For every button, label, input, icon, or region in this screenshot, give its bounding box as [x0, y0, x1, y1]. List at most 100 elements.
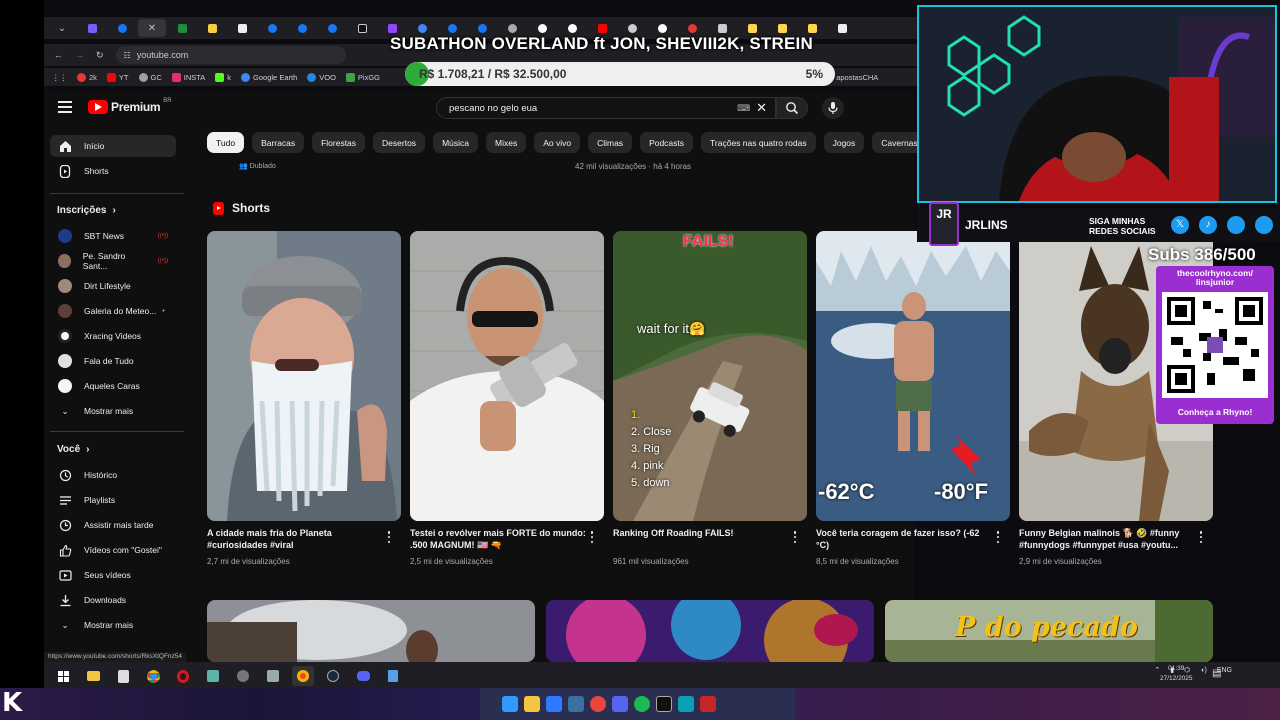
- browser-tab[interactable]: [228, 19, 256, 37]
- filter-chip[interactable]: Florestas: [312, 132, 366, 153]
- sidebar-show-more[interactable]: ⌄ Mostrar mais: [50, 400, 176, 422]
- short-title[interactable]: Funny Belgian malinois 🐕 🤣 #funny #funny…: [1019, 527, 1195, 551]
- more-options-icon[interactable]: [1197, 531, 1205, 543]
- short-title[interactable]: Testei o revólver mais FORTE do mundo: .…: [410, 527, 586, 551]
- bookmark[interactable]: VOO: [307, 72, 336, 82]
- bookmark[interactable]: k: [215, 72, 231, 82]
- filter-chip[interactable]: Desertos: [373, 132, 426, 153]
- sidebar-subscription[interactable]: Xracing Videos: [50, 325, 176, 347]
- forward-icon[interactable]: →: [75, 50, 84, 60]
- filter-chip[interactable]: Ao vivo: [534, 132, 581, 153]
- bookmark[interactable]: YT: [106, 72, 129, 82]
- voice-search-button[interactable]: [822, 97, 844, 119]
- short-thumbnail[interactable]: [410, 231, 604, 521]
- keyboard-icon[interactable]: ⌨: [737, 103, 750, 114]
- browser-tab[interactable]: [258, 19, 286, 37]
- video-thumbnail[interactable]: [546, 600, 874, 662]
- browser-tab[interactable]: [168, 19, 196, 37]
- bookmark[interactable]: GC: [138, 72, 162, 82]
- sidebar-item-downloads[interactable]: Downloads: [50, 589, 176, 611]
- calculator-icon[interactable]: [112, 666, 134, 686]
- more-options-icon[interactable]: [588, 531, 596, 543]
- browser-tab[interactable]: [318, 19, 346, 37]
- discord-icon[interactable]: [352, 666, 374, 686]
- sidebar-item-home[interactable]: Início: [50, 135, 176, 157]
- filter-chip[interactable]: Música: [433, 132, 478, 153]
- sidebar-subscription[interactable]: Galeria do Meteo... •: [50, 300, 176, 322]
- sidebar-item-liked-videos[interactable]: Vídeos com "Gostei": [50, 539, 176, 561]
- notepad-icon[interactable]: [382, 666, 404, 686]
- short-thumbnail[interactable]: [207, 231, 401, 521]
- app-icon[interactable]: [202, 666, 224, 686]
- windows-start-icon[interactable]: [52, 666, 74, 686]
- notifications-icon[interactable]: ▤: [1212, 668, 1221, 679]
- sidebar-subscription[interactable]: Aqueles Caras: [50, 375, 176, 397]
- bookmark[interactable]: PixGG: [345, 72, 380, 82]
- app-icon[interactable]: [262, 666, 284, 686]
- more-options-icon[interactable]: [791, 531, 799, 543]
- apps-icon[interactable]: ⋮⋮: [52, 73, 67, 82]
- site-info-icon[interactable]: ☷: [124, 51, 131, 60]
- sidebar-show-more[interactable]: ⌄ Mostrar mais: [50, 614, 176, 636]
- bookmark[interactable]: INSTA: [171, 72, 205, 82]
- sidebar-subscription[interactable]: SBT News ((•)): [50, 225, 176, 247]
- instagram-social-icon: [1255, 216, 1273, 234]
- short-thumbnail[interactable]: FAILS! wait for it🤗 1. 2. Close 3. Rig 4…: [613, 231, 807, 521]
- sidebar-item-your-videos[interactable]: Seus vídeos: [50, 564, 176, 586]
- clear-search-icon[interactable]: ✕: [756, 100, 767, 116]
- chip-all[interactable]: Tudo: [207, 132, 245, 153]
- sidebar-subscription[interactable]: Pe. Sandro Sant... ((•)): [50, 250, 176, 272]
- subscriptions-heading[interactable]: Inscrições ›: [57, 205, 116, 216]
- youtube-premium-logo[interactable]: Premium BR: [88, 98, 172, 114]
- browser-tab-active[interactable]: ✕: [138, 19, 166, 37]
- bookmark[interactable]: 2k: [77, 72, 97, 82]
- you-heading[interactable]: Você ›: [57, 444, 90, 455]
- sidebar-subscription[interactable]: Fala de Tudo: [50, 350, 176, 372]
- more-options-icon[interactable]: [994, 531, 1002, 543]
- filter-chip[interactable]: Climas: [588, 132, 633, 153]
- browser-tab[interactable]: [828, 19, 856, 37]
- filter-chip[interactable]: Podcasts: [640, 132, 694, 153]
- file-explorer-icon[interactable]: [82, 666, 104, 686]
- volume-icon[interactable]: ◖): [1200, 667, 1207, 674]
- menu-icon[interactable]: [58, 101, 72, 113]
- short-thumbnail[interactable]: -62°C -80°F: [816, 231, 1010, 521]
- browser-tab[interactable]: [78, 19, 106, 37]
- browser-tab[interactable]: [108, 19, 136, 37]
- chrome-icon[interactable]: [142, 666, 164, 686]
- filter-chip[interactable]: Mixes: [486, 132, 527, 153]
- google-earth-icon: [241, 72, 251, 82]
- back-icon[interactable]: ←: [54, 50, 63, 60]
- filter-chip[interactable]: Trações nas quatro rodas: [701, 132, 816, 153]
- search-input[interactable]: pescano no gelo eua ⌨ ✕: [436, 97, 776, 119]
- tab-list-button[interactable]: ⌄: [48, 19, 76, 37]
- sidebar-subscription[interactable]: Dirt Lifestyle: [50, 275, 176, 297]
- filter-chip[interactable]: Barracas: [252, 132, 305, 153]
- sidebar-item-history[interactable]: Histórico: [50, 464, 176, 486]
- browser-tab[interactable]: [288, 19, 316, 37]
- browser-tab[interactable]: [198, 19, 226, 37]
- bookmark[interactable]: Google Earth: [241, 72, 297, 82]
- short-title[interactable]: Ranking Off Roading FAILS!: [613, 527, 789, 539]
- address-bar[interactable]: ☷ youtube.com: [115, 46, 346, 64]
- browser-tab[interactable]: [348, 19, 376, 37]
- url-text: youtube.com: [136, 50, 189, 60]
- sidebar-item-shorts[interactable]: Shorts: [50, 160, 176, 182]
- video-thumbnail[interactable]: P do pecado: [885, 600, 1213, 662]
- more-options-icon[interactable]: [385, 531, 393, 543]
- filter-chip[interactable]: Jogos: [823, 132, 865, 153]
- short-title[interactable]: A cidade mais fria do Planeta #curiosida…: [207, 527, 383, 551]
- app-icon[interactable]: [232, 666, 254, 686]
- video-thumbnail[interactable]: [207, 600, 535, 662]
- taskbar-clock[interactable]: 01:39 27/12/2025: [1160, 664, 1193, 684]
- sidebar-item-playlists[interactable]: Playlists: [50, 489, 176, 511]
- sidebar-item-watch-later[interactable]: Assistir mais tarde: [50, 514, 176, 536]
- steam-icon[interactable]: [322, 666, 344, 686]
- facebook-icon: [297, 23, 307, 33]
- short-title[interactable]: Você teria coragem de fazer isso? (-62 °…: [816, 527, 992, 551]
- search-button[interactable]: [776, 97, 808, 119]
- reload-icon[interactable]: ↻: [96, 50, 104, 61]
- filter-chip[interactable]: Cavernas: [872, 132, 917, 153]
- chrome-active-icon[interactable]: [292, 666, 314, 686]
- opera-icon[interactable]: [172, 666, 194, 686]
